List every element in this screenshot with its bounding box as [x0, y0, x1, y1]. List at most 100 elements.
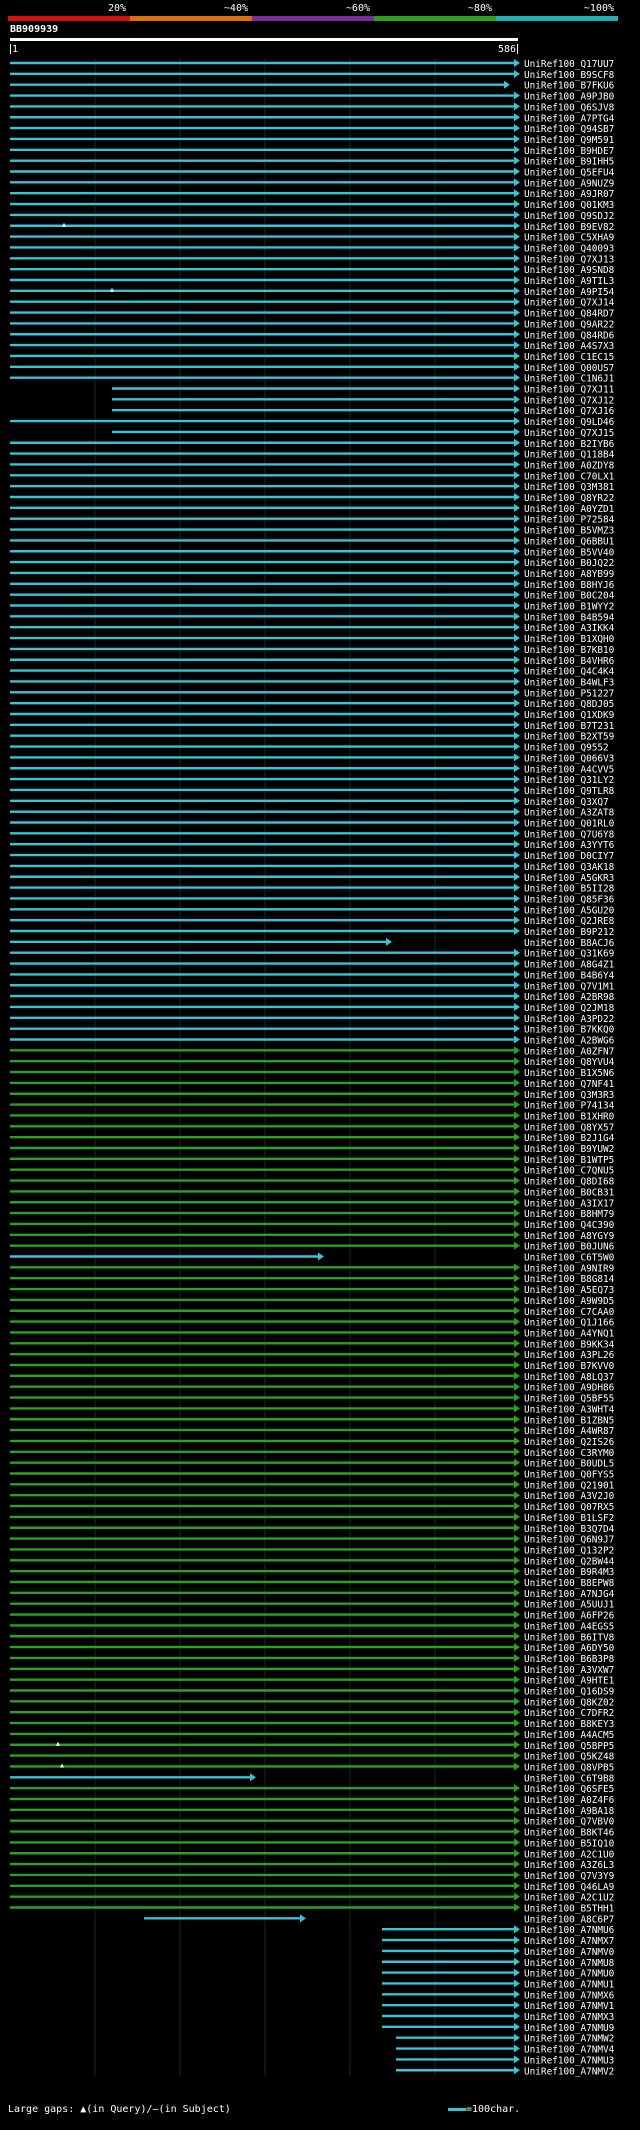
alignment-graph: 20% ~40% ~60% ~80% ~100% 1 586 UniRef100_Q17UU7…	[8, 3, 618, 2077]
hit-arrow	[514, 341, 520, 350]
hit-label: UniRef100_A3YYT6	[524, 840, 615, 851]
hit-label: UniRef100_A3WHT4	[524, 1404, 615, 1415]
hit-label: UniRef100_A3IKK4	[524, 623, 615, 634]
hit-label: UniRef100_Q6SJV8	[524, 102, 615, 113]
hit-label: UniRef100_Q84RD6	[524, 330, 615, 341]
scale-segment	[8, 16, 130, 21]
hit-arrow	[514, 124, 520, 133]
hit-arrow	[514, 547, 520, 556]
hit-label: UniRef100_B7KVV0	[524, 1361, 615, 1372]
query-start-label: 1	[12, 44, 18, 55]
hit-arrow	[514, 927, 520, 935]
hit-label: UniRef100_A7NMW2	[524, 2034, 614, 2045]
hit-label: UniRef100_Q9SDJ2	[524, 211, 614, 222]
hit-arrow	[514, 590, 520, 599]
hit-arrow	[514, 254, 520, 263]
hit-label: UniRef100_A3V2J0	[524, 1491, 615, 1502]
hit-label: UniRef100_B9R4M3	[524, 1567, 614, 1578]
hit-label: UniRef100_A2BR98	[524, 992, 615, 1003]
hit-arrow	[514, 91, 520, 100]
hit-label: UniRef100_A9DH86	[524, 1383, 615, 1394]
hit-arrow	[514, 742, 520, 751]
hit-arrow	[514, 460, 520, 469]
hit-arrow	[514, 2012, 520, 2020]
scale-tick-label: ~40%	[224, 3, 248, 14]
hit-arrow	[514, 1849, 520, 1858]
hit-arrow	[514, 1653, 520, 1662]
hit-label: UniRef100_Q6N9J7	[524, 1535, 614, 1546]
hit-arrow	[514, 406, 520, 415]
hit-arrow	[514, 1382, 520, 1391]
hit-arrow	[514, 644, 520, 653]
hit-arrow	[514, 1632, 520, 1641]
query-start-tick	[10, 44, 11, 54]
hit-label: UniRef100_B9P212	[524, 927, 614, 938]
hit-arrow	[514, 1219, 520, 1228]
hit-arrow	[514, 1610, 520, 1619]
hit-arrow	[514, 1512, 520, 1521]
hit-arrow	[514, 493, 520, 501]
hit-label: UniRef100_B8KEY3	[524, 1719, 614, 1730]
hit-arrow	[514, 384, 520, 393]
hit-arrow	[514, 1263, 520, 1272]
hit-label: UniRef100_B0C204	[524, 591, 615, 602]
hit-arrow	[514, 1241, 520, 1250]
hit-arrow	[514, 1936, 520, 1945]
scale-tick-label: 20%	[108, 3, 126, 14]
hit-label: UniRef100_Q9LD46	[524, 417, 615, 428]
hit-label: UniRef100_A7NMX6	[524, 1990, 615, 2001]
hit-arrow	[514, 1328, 520, 1337]
hit-label: UniRef100_B7T231	[524, 721, 615, 732]
hit-arrow	[514, 1306, 520, 1315]
hit-label: UniRef100_B9YUW2	[524, 1144, 614, 1155]
hit-arrow	[250, 1773, 256, 1782]
hit-arrow	[514, 634, 520, 643]
hit-label: UniRef100_C7CAA0	[524, 1307, 615, 1318]
hit-label: UniRef100_Q01RL0	[524, 819, 615, 830]
hit-arrow	[504, 80, 510, 89]
hit-arrow	[514, 1447, 520, 1456]
hit-label: UniRef100_B9KK34	[524, 1339, 615, 1350]
hit-label: UniRef100_A9PJB0	[524, 92, 615, 103]
hit-arrow	[514, 362, 520, 371]
hit-arrow	[514, 503, 520, 512]
hit-label: UniRef100_A7NMU8	[524, 1958, 615, 1969]
hit-label: UniRef100_C1EC15	[524, 352, 614, 363]
query-id: BB909939	[10, 24, 59, 35]
hit-arrow	[514, 1556, 520, 1565]
hit-arrow	[514, 297, 520, 306]
hit-arrow	[514, 1762, 520, 1771]
hit-label: UniRef100_C6T5W0	[524, 1253, 615, 1264]
hit-arrow	[514, 1740, 520, 1749]
hit-arrow	[514, 655, 520, 664]
hit-arrow	[514, 2044, 520, 2053]
hit-arrow	[514, 1957, 520, 1966]
hit-arrow	[514, 872, 520, 881]
scale-bar-icon	[448, 2107, 466, 2111]
hit-label: UniRef100_C7DFR2	[524, 1708, 614, 1719]
hit-label: UniRef100_B2IYB6	[524, 439, 615, 450]
hit-label: UniRef100_A7PTG4	[524, 113, 615, 124]
hit-label: UniRef100_Q3AK18	[524, 862, 615, 873]
hit-label: UniRef100_A2BWG6	[524, 1036, 615, 1047]
hit-arrow	[514, 1078, 520, 1087]
subject-gap-label: (in Subject)	[158, 2104, 231, 2115]
hit-arrow	[514, 785, 520, 794]
hit-arrow	[514, 471, 520, 480]
hit-arrow	[514, 579, 520, 588]
scale-segment	[374, 16, 496, 21]
hit-arrow	[514, 992, 520, 1001]
hit-label: UniRef100_B0JQ22	[524, 558, 614, 569]
hit-arrow	[514, 145, 520, 154]
hit-label: UniRef100_Q8KZ02	[524, 1697, 614, 1708]
hit-arrow	[514, 1068, 520, 1077]
hit-arrow	[514, 829, 520, 838]
hit-label: UniRef100_Q00US7	[524, 363, 614, 374]
hit-arrow	[514, 438, 520, 447]
hit-label: UniRef100_Q7U6Y8	[524, 829, 615, 840]
hit-arrow	[514, 970, 520, 979]
hit-label: UniRef100_P72584	[524, 515, 615, 526]
hit-label: UniRef100_B8G814	[524, 1274, 615, 1285]
hit-label: UniRef100_Q4C4K4	[524, 667, 615, 678]
hit-arrow	[514, 1295, 520, 1304]
